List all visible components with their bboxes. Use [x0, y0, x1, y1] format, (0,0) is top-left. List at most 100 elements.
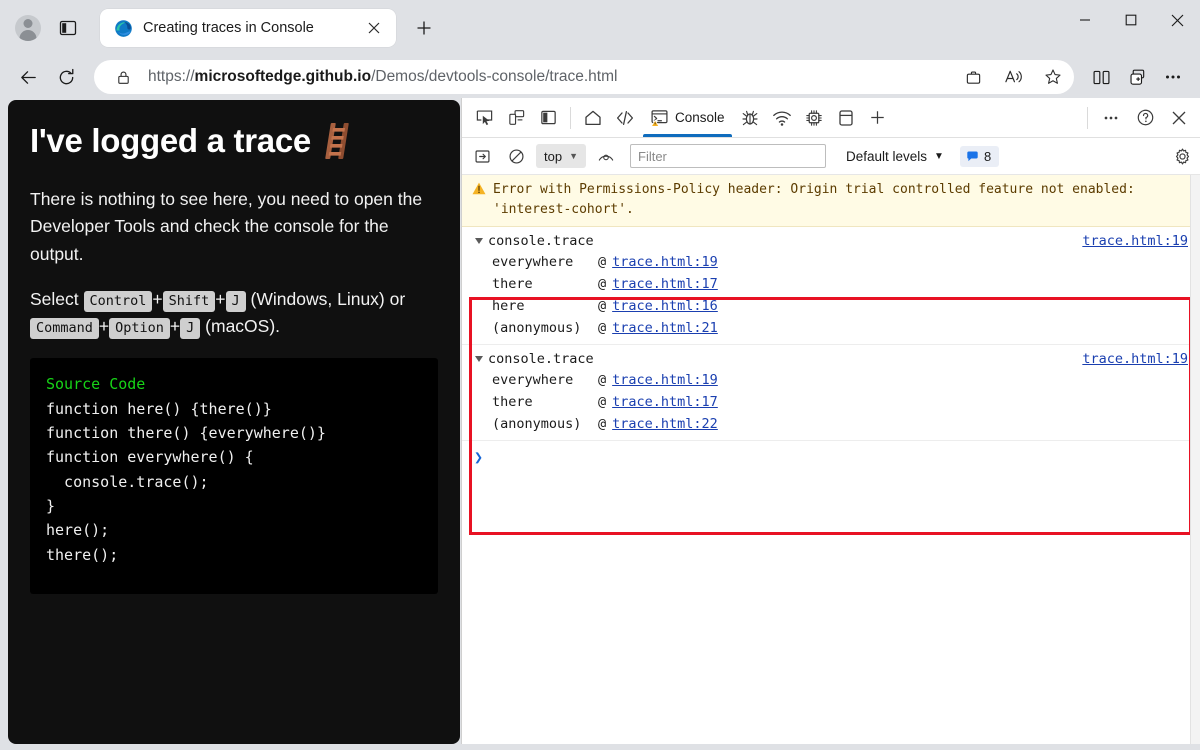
- url-scheme: https://: [148, 68, 195, 85]
- stack-frame[interactable]: (anonymous) @ trace.html:22: [462, 413, 1200, 435]
- stack-frame[interactable]: there @ trace.html:17: [462, 273, 1200, 295]
- console-trace-group[interactable]: console.trace trace.html:19 everywhere @…: [462, 345, 1200, 441]
- console-trace-group[interactable]: console.trace trace.html:19 everywhere @…: [462, 227, 1200, 345]
- issues-badge[interactable]: 8: [960, 146, 999, 167]
- reload-button[interactable]: [48, 59, 84, 95]
- favorite-star-icon[interactable]: [1038, 62, 1068, 92]
- trace-header[interactable]: console.trace trace.html:19: [462, 349, 1200, 369]
- tab-actions-button[interactable]: [50, 10, 86, 46]
- elements-tab-button[interactable]: [609, 103, 641, 133]
- kbd-j-win: J: [226, 291, 246, 312]
- stack-frame-link[interactable]: trace.html:16: [612, 298, 718, 314]
- stack-frame[interactable]: there @ trace.html:17: [462, 391, 1200, 413]
- dock-side-icon: [539, 108, 558, 127]
- console-warning-message[interactable]: Error with Permissions-Policy header: Or…: [462, 175, 1200, 227]
- shortcut-prefix: Select: [30, 289, 79, 309]
- stack-frame-at: @: [598, 372, 606, 388]
- kbd-j-mac: J: [180, 318, 200, 339]
- devtools-tabbar: Console: [462, 98, 1200, 138]
- source-code-block: Source Code function here() {there()} fu…: [30, 358, 438, 594]
- maximize-button[interactable]: [1108, 0, 1154, 40]
- device-emulation-button[interactable]: [500, 103, 532, 133]
- dock-side-button[interactable]: [532, 103, 564, 133]
- plus-icon: [416, 20, 432, 36]
- console-icon: [650, 108, 669, 127]
- tab-close-button[interactable]: [362, 16, 386, 40]
- clear-console-button[interactable]: [502, 143, 530, 169]
- welcome-tab-button[interactable]: [577, 103, 609, 133]
- network-tab-button[interactable]: [766, 103, 798, 133]
- chevron-down-icon[interactable]: [475, 356, 483, 362]
- stack-frame-at: @: [598, 320, 606, 336]
- site-info-lock-icon[interactable]: [108, 62, 138, 92]
- stack-frame-function: here: [492, 298, 598, 314]
- inspect-element-button[interactable]: [468, 103, 500, 133]
- stack-frame-link[interactable]: trace.html:17: [612, 276, 718, 292]
- execution-context-selector[interactable]: top ▼: [536, 144, 586, 168]
- more-options-icon: [1163, 67, 1183, 87]
- stack-frame-function: everywhere: [492, 254, 598, 270]
- network-wifi-icon: [772, 108, 792, 128]
- stack-frame-link[interactable]: trace.html:19: [612, 372, 718, 388]
- briefcase-icon: [965, 69, 982, 86]
- clear-console-icon: [508, 148, 525, 165]
- trace-header[interactable]: console.trace trace.html:19: [462, 231, 1200, 251]
- elements-code-icon: [615, 108, 635, 128]
- code-line: there();: [46, 543, 422, 567]
- log-levels-label: Default levels: [846, 149, 927, 164]
- console-warning-text: Error with Permissions-Policy header: Or…: [493, 180, 1192, 220]
- minimize-button[interactable]: [1062, 0, 1108, 40]
- maximize-icon: [1125, 14, 1137, 26]
- devtools-more-button[interactable]: [1094, 102, 1128, 134]
- new-tab-button[interactable]: [408, 12, 440, 44]
- console-scrollbar[interactable]: [1190, 175, 1200, 744]
- browser-tab[interactable]: Creating traces in Console: [100, 9, 396, 47]
- filter-input[interactable]: Filter: [630, 144, 826, 168]
- more-tabs-button[interactable]: [862, 103, 894, 133]
- page-paragraph: There is nothing to see here, you need t…: [30, 186, 438, 268]
- split-screen-button[interactable]: [1084, 60, 1118, 94]
- trace-source-link[interactable]: trace.html:19: [1082, 233, 1188, 249]
- plus-4: +: [170, 316, 180, 336]
- collections-briefcase-icon[interactable]: [958, 62, 988, 92]
- live-expression-button[interactable]: [592, 143, 620, 169]
- devtools-close-button[interactable]: [1162, 102, 1196, 134]
- add-to-collections-button[interactable]: [1120, 60, 1154, 94]
- read-aloud-icon[interactable]: [998, 62, 1028, 92]
- stack-frame-function: everywhere: [492, 372, 598, 388]
- console-filter-bar: top ▼ Filter Default levels ▼ 8: [462, 138, 1200, 175]
- chevron-down-icon[interactable]: [475, 238, 483, 244]
- close-window-button[interactable]: [1154, 0, 1200, 40]
- application-tab-button[interactable]: [830, 103, 862, 133]
- console-sidebar-button[interactable]: [468, 143, 496, 169]
- stack-frame-at: @: [598, 254, 606, 270]
- trace-source-link[interactable]: trace.html:19: [1082, 351, 1188, 367]
- console-messages-area[interactable]: Error with Permissions-Policy header: Or…: [462, 175, 1200, 744]
- profile-avatar-button[interactable]: [10, 10, 46, 46]
- stack-frame[interactable]: everywhere @ trace.html:19: [462, 251, 1200, 273]
- gear-icon: [1173, 147, 1192, 166]
- stack-frame[interactable]: everywhere @ trace.html:19: [462, 369, 1200, 391]
- address-bar[interactable]: https://microsoftedge.github.io/Demos/de…: [94, 60, 1074, 94]
- console-settings-button[interactable]: [1173, 147, 1192, 166]
- stack-frame[interactable]: here @ trace.html:16: [462, 295, 1200, 317]
- trace-title: console.trace: [488, 233, 594, 249]
- close-icon: [1171, 14, 1184, 27]
- stack-frame-link[interactable]: trace.html:21: [612, 320, 718, 336]
- window-controls: [1062, 0, 1200, 40]
- tab-console[interactable]: Console: [641, 98, 734, 137]
- performance-tab-button[interactable]: [798, 103, 830, 133]
- browser-settings-button[interactable]: [1156, 60, 1190, 94]
- stack-frame-link[interactable]: trace.html:22: [612, 416, 718, 432]
- sources-tab-button[interactable]: [734, 103, 766, 133]
- back-button[interactable]: [10, 59, 46, 95]
- stack-frame-link[interactable]: trace.html:17: [612, 394, 718, 410]
- stack-frame[interactable]: (anonymous) @ trace.html:21: [462, 317, 1200, 339]
- log-levels-selector[interactable]: Default levels ▼: [846, 149, 944, 164]
- console-prompt[interactable]: ❯: [462, 441, 1200, 466]
- tab-title: Creating traces in Console: [143, 20, 352, 36]
- stack-frame-link[interactable]: trace.html:19: [612, 254, 718, 270]
- devtools-help-button[interactable]: [1128, 102, 1162, 134]
- performance-chip-icon: [804, 108, 824, 128]
- stack-frame-function: (anonymous): [492, 416, 598, 432]
